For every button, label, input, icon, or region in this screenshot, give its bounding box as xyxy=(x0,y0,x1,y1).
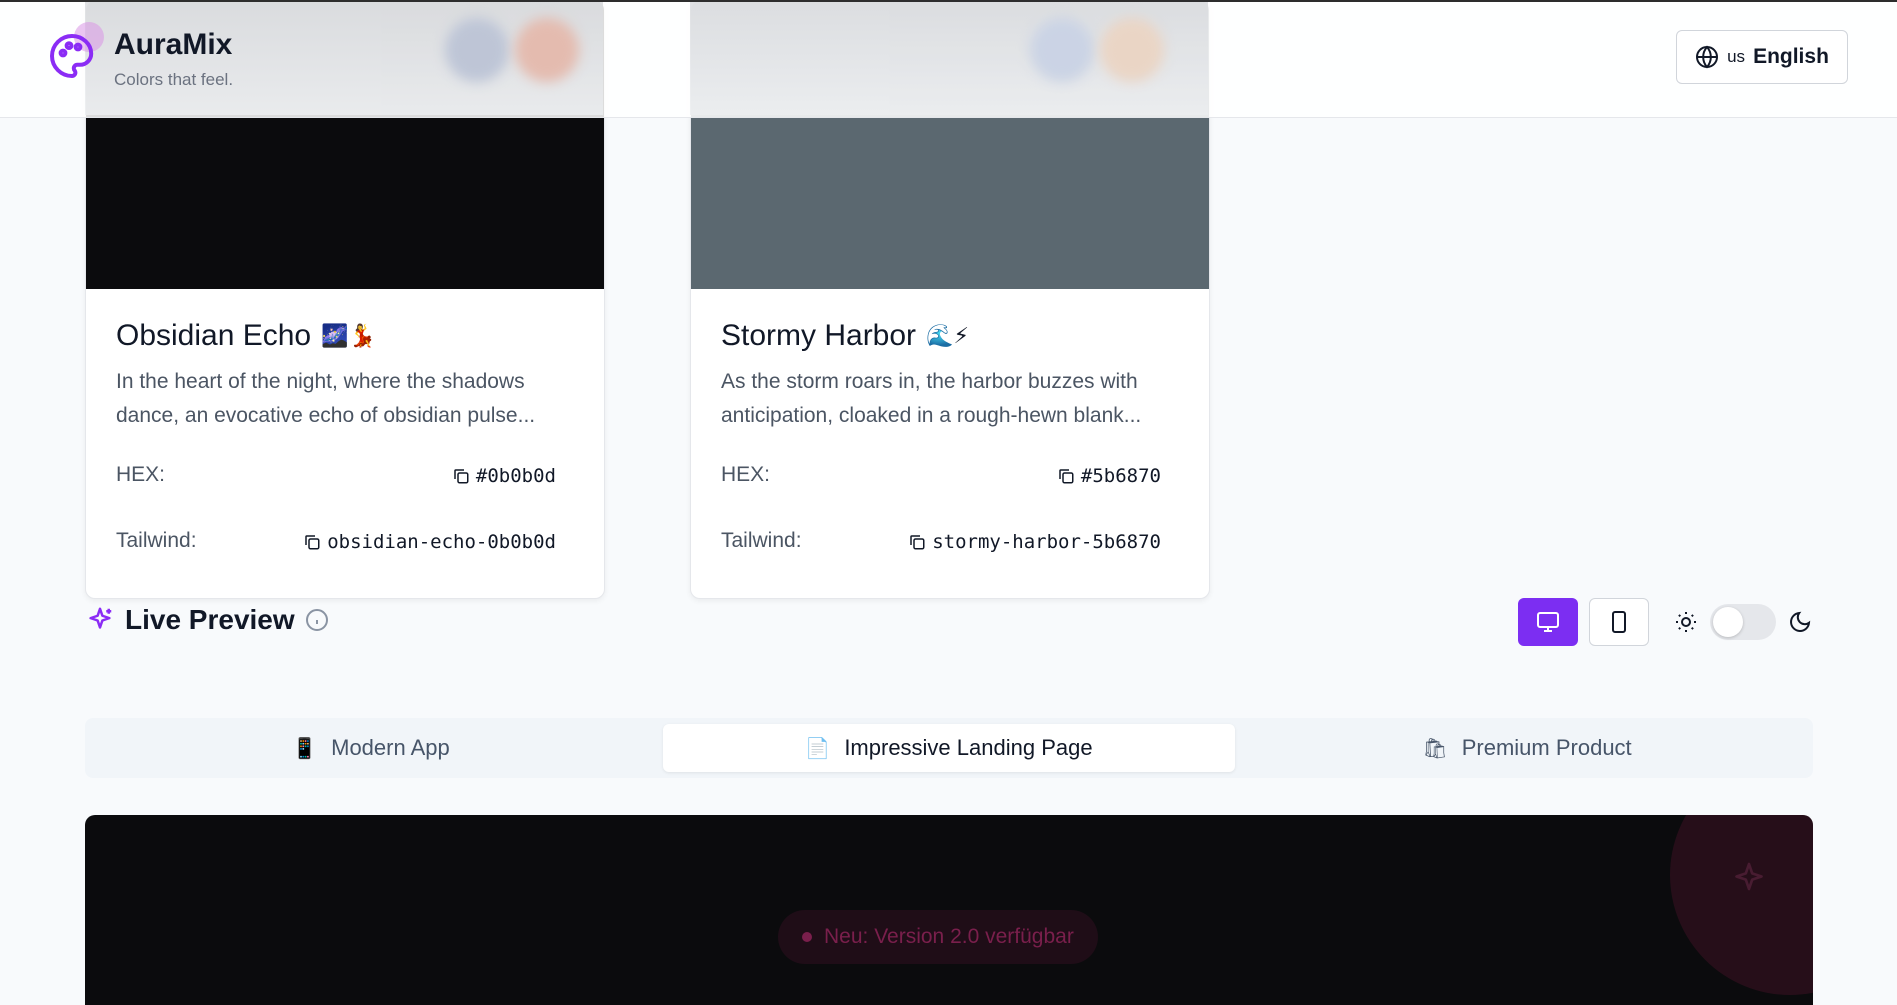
desktop-icon xyxy=(1537,612,1559,632)
copy-icon xyxy=(1059,469,1074,484)
info-icon[interactable] xyxy=(305,608,329,632)
color-name: Obsidian Echo 🌌💃 xyxy=(116,319,376,353)
tailwind-label: Tailwind: xyxy=(721,529,802,552)
language-code: us xyxy=(1727,47,1746,66)
copy-icon xyxy=(910,535,925,550)
sparkles-icon xyxy=(89,607,112,629)
tab-label: Impressive Landing Page xyxy=(844,735,1093,760)
hex-copy-button[interactable]: #0b0b0d xyxy=(452,465,556,487)
tailwind-value: stormy-harbor-5b6870 xyxy=(932,531,1161,553)
description-line: anticipation, cloaked in a rough-hewn bl… xyxy=(721,404,1142,427)
description-line: In the heart of the night, where the sha… xyxy=(116,370,525,393)
tailwind-label: Tailwind: xyxy=(116,529,197,552)
color-name-text: Stormy Harbor xyxy=(721,319,917,352)
globe-icon xyxy=(1696,45,1719,69)
tablet-icon xyxy=(1612,611,1626,633)
description-line: dance, an evocative echo of obsidian pul… xyxy=(116,404,536,427)
dark-mode-toggle[interactable] xyxy=(1710,604,1776,640)
moon-icon xyxy=(1790,611,1811,632)
tab-label: Modern App xyxy=(331,735,450,760)
live-preview-title: Live Preview xyxy=(125,604,295,635)
tablet-view-button[interactable] xyxy=(1589,598,1649,646)
sparkles-icon xyxy=(1735,862,1763,891)
color-description: In the heart of the night, where the sha… xyxy=(116,365,576,433)
language-label: English xyxy=(1753,45,1829,68)
hex-value: #5b6870 xyxy=(1080,465,1161,487)
color-name: Stormy Harbor 🌊⚡ xyxy=(721,319,969,353)
hex-copy-button[interactable]: #5b6870 xyxy=(1057,465,1161,487)
live-preview-heading: Live Preview xyxy=(85,604,329,636)
palette-icon xyxy=(50,34,94,78)
hex-label: HEX: xyxy=(116,463,166,486)
preview-tabs: 📱 Modern App 📄 Impressive Landing Page 🛍… xyxy=(85,718,1813,778)
badge-text: Neu: Version 2.0 verfügbar xyxy=(824,925,1074,948)
desktop-view-button[interactable] xyxy=(1518,598,1578,646)
copy-icon xyxy=(454,469,469,484)
tailwind-copy-button[interactable]: stormy-harbor-5b6870 xyxy=(908,531,1161,553)
hex-value: #0b0b0d xyxy=(475,465,556,487)
tab-premium-product[interactable]: 🛍 Premium Product xyxy=(1247,724,1807,772)
color-name-text: Obsidian Echo xyxy=(116,319,312,352)
toggle-knob xyxy=(1713,607,1743,637)
copy-icon xyxy=(305,535,320,550)
tab-impressive-landing-page[interactable]: 📄 Impressive Landing Page xyxy=(663,724,1235,772)
brand-tagline: Colors that feel. xyxy=(114,70,234,89)
tab-modern-app[interactable]: 📱 Modern App xyxy=(91,724,651,772)
shopping-bags-icon: 🛍 xyxy=(1422,737,1448,760)
window-top-edge xyxy=(0,0,1897,2)
tailwind-copy-button[interactable]: obsidian-echo-0b0b0d xyxy=(303,531,556,553)
description-line: As the storm roars in, the harbor buzzes… xyxy=(721,370,1138,393)
live-preview-canvas: Neu: Version 2.0 verfügbar xyxy=(85,815,1813,1005)
decorative-glow xyxy=(1670,815,1813,995)
tab-label: Premium Product xyxy=(1461,735,1632,760)
language-button[interactable]: us English xyxy=(1676,30,1848,84)
color-description: As the storm roars in, the harbor buzzes… xyxy=(721,365,1181,433)
sun-icon xyxy=(1676,612,1696,632)
badge-dot xyxy=(802,932,812,942)
color-emoji: 🌌💃 xyxy=(321,323,376,348)
version-badge[interactable]: Neu: Version 2.0 verfügbar xyxy=(778,910,1098,964)
mobile-phone-icon: 📱 xyxy=(292,737,318,760)
color-emoji: 🌊⚡ xyxy=(926,323,969,348)
brand-name: AuraMix xyxy=(114,28,233,61)
hex-label: HEX: xyxy=(721,463,771,486)
tailwind-value: obsidian-echo-0b0b0d xyxy=(327,531,556,553)
card-image-overlay xyxy=(690,0,1208,115)
page-icon: 📄 xyxy=(805,737,831,760)
